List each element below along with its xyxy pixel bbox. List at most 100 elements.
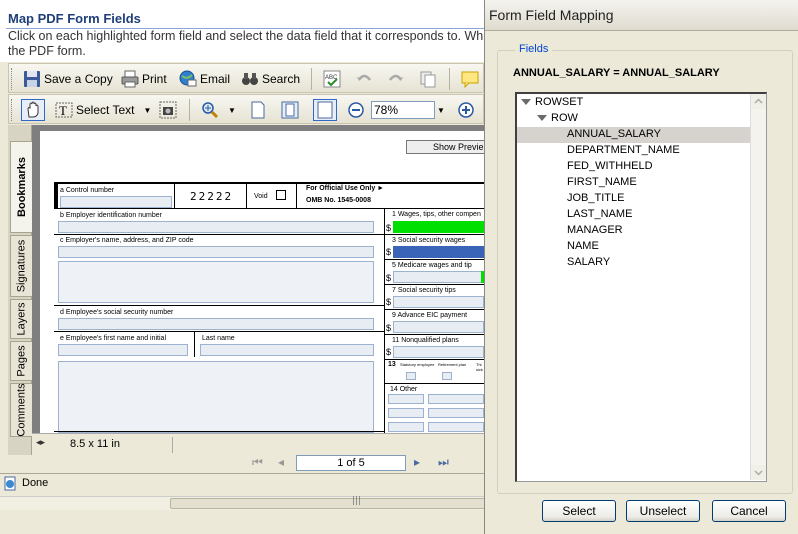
zoom-in-tool-button[interactable]: ▼ — [201, 99, 236, 121]
tab-pages[interactable]: Pages — [10, 341, 32, 381]
employer-address-field[interactable] — [58, 261, 374, 303]
undo-button[interactable] — [355, 68, 373, 90]
tree-field-manager[interactable]: MANAGER — [567, 222, 623, 238]
fields-tree[interactable]: ROWSET ROW ANNUAL_SALARY DEPARTMENT_NAME… — [515, 92, 767, 482]
chevron-down-icon[interactable]: ▼ — [228, 106, 236, 115]
show-preview-button[interactable]: Show Previe — [406, 140, 484, 154]
navigation-panel: Bookmarks Signatures Layers Pages Commen… — [8, 125, 32, 455]
scrollbar-thumb[interactable] — [170, 498, 484, 509]
advance-eic-field[interactable] — [393, 321, 484, 333]
arrows-icon[interactable]: ◂▸ — [36, 438, 45, 448]
comment-button[interactable] — [461, 68, 479, 90]
employee-address-field[interactable] — [58, 361, 374, 433]
form-rule — [54, 331, 384, 332]
nonqualified-plans-field[interactable] — [393, 346, 484, 358]
other-field[interactable] — [428, 394, 484, 404]
medicare-wages-field[interactable] — [393, 271, 484, 283]
tree-vertical-scrollbar[interactable] — [750, 94, 766, 480]
zoom-out-button[interactable] — [347, 99, 365, 121]
tab-signatures[interactable]: Signatures — [10, 235, 32, 297]
chevron-down-icon — [754, 470, 763, 476]
tab-layers[interactable]: Layers — [10, 299, 32, 339]
tree-field-fed-withheld[interactable]: FED_WITHHELD — [567, 158, 653, 174]
void-checkbox[interactable] — [276, 190, 286, 200]
unselect-button[interactable]: Unselect — [626, 500, 700, 522]
employer-ein-field[interactable] — [58, 221, 374, 233]
header-area: Map PDF Form Fields Click on each highli… — [0, 0, 484, 62]
other-field[interactable] — [388, 408, 424, 418]
control-number-field[interactable] — [60, 196, 172, 208]
actual-size-button[interactable] — [249, 99, 267, 121]
spellcheck-button[interactable]: ABC — [323, 68, 341, 90]
other-field[interactable] — [428, 422, 484, 432]
employee-first-name-field[interactable] — [58, 344, 188, 356]
void-label: Void — [254, 193, 268, 200]
page-navigation: ⏮ ◂ 1 of 5 ▸ ⏭ — [248, 455, 484, 473]
fit-page-button[interactable] — [281, 99, 299, 121]
expand-row-icon[interactable] — [537, 115, 547, 121]
tree-field-first-name[interactable]: FIRST_NAME — [567, 174, 637, 190]
tree-field-salary[interactable]: SALARY — [567, 254, 610, 270]
document-status-bar: ◂▸ 8.5 x 11 in — [32, 433, 484, 455]
snapshot-button[interactable] — [159, 99, 177, 121]
other-field[interactable] — [388, 422, 424, 432]
select-button[interactable]: Select — [542, 500, 616, 522]
scroll-up-button[interactable] — [751, 94, 766, 109]
hand-tool-button[interactable] — [21, 99, 45, 121]
zoom-dropdown[interactable]: ▼ — [437, 99, 445, 121]
cancel-button[interactable]: Cancel — [712, 500, 786, 522]
control-number-label: a Control number — [60, 187, 115, 194]
ss-tips-field[interactable] — [393, 296, 484, 308]
magnifier-icon — [202, 102, 219, 119]
chevron-down-icon[interactable]: ▼ — [143, 106, 151, 115]
tree-field-department-name[interactable]: DEPARTMENT_NAME — [567, 142, 680, 158]
tree-node-row[interactable]: ROW — [551, 110, 578, 126]
toolbar-grip[interactable] — [11, 99, 14, 121]
statutory-employee-label: Statutory employee — [400, 362, 435, 367]
scroll-down-button[interactable] — [751, 465, 766, 480]
other-field[interactable] — [388, 394, 424, 404]
wages-field-highlight[interactable] — [393, 221, 484, 233]
tree-field-job-title[interactable]: JOB_TITLE — [567, 190, 624, 206]
tab-bookmarks[interactable]: Bookmarks — [10, 141, 32, 233]
tree-node-rowset[interactable]: ROWSET — [535, 94, 583, 110]
copy-button[interactable] — [419, 68, 437, 90]
expand-rowset-icon[interactable] — [521, 99, 531, 105]
employee-ssn-field[interactable] — [58, 318, 374, 330]
save-copy-label: Save a Copy — [44, 72, 113, 86]
select-text-button[interactable]: T Select Text ▼ — [55, 99, 151, 121]
email-button[interactable]: Email — [179, 68, 230, 90]
current-mapping-label: ANNUAL_SALARY = ANNUAL_SALARY — [513, 67, 720, 79]
fit-width-button[interactable] — [313, 99, 337, 121]
first-page-icon[interactable]: ⏮ — [252, 455, 263, 470]
status-text: Done — [22, 477, 49, 489]
last-page-icon[interactable]: ⏭ — [438, 455, 449, 470]
employer-name-field[interactable] — [58, 246, 374, 258]
other-field[interactable] — [428, 408, 484, 418]
next-page-icon[interactable]: ▸ — [414, 455, 420, 469]
document-viewport[interactable]: Show Previe a Control number 22222 Void … — [32, 125, 484, 433]
page-done-icon — [4, 476, 16, 491]
statutory-checkbox[interactable] — [406, 372, 416, 380]
save-copy-button[interactable]: Save a Copy — [23, 68, 113, 90]
print-button[interactable]: Print — [121, 68, 167, 90]
toolbar-grip[interactable] — [11, 68, 14, 90]
tree-field-name[interactable]: NAME — [567, 238, 599, 254]
last-name-field[interactable] — [200, 344, 374, 356]
zoom-in-button[interactable] — [457, 99, 475, 121]
zoom-level-input[interactable]: 78% — [371, 101, 435, 119]
ss-wages-field-highlight[interactable] — [393, 246, 484, 258]
tab-comments[interactable]: Comments — [10, 383, 32, 437]
tree-field-last-name[interactable]: LAST_NAME — [567, 206, 632, 222]
redo-button[interactable] — [387, 68, 405, 90]
chevron-up-icon — [754, 98, 763, 104]
page-title: Map PDF Form Fields — [8, 11, 141, 26]
search-button[interactable]: Search — [241, 68, 300, 90]
previous-page-icon[interactable]: ◂ — [278, 455, 284, 469]
horizontal-scrollbar[interactable]: ||| — [0, 496, 484, 510]
retirement-checkbox[interactable] — [442, 372, 452, 380]
tree-field-annual-salary[interactable]: ANNUAL_SALARY — [567, 126, 661, 142]
form-rule — [54, 234, 384, 235]
toolbar-separator — [311, 68, 312, 90]
page-number-input[interactable]: 1 of 5 — [296, 455, 406, 471]
